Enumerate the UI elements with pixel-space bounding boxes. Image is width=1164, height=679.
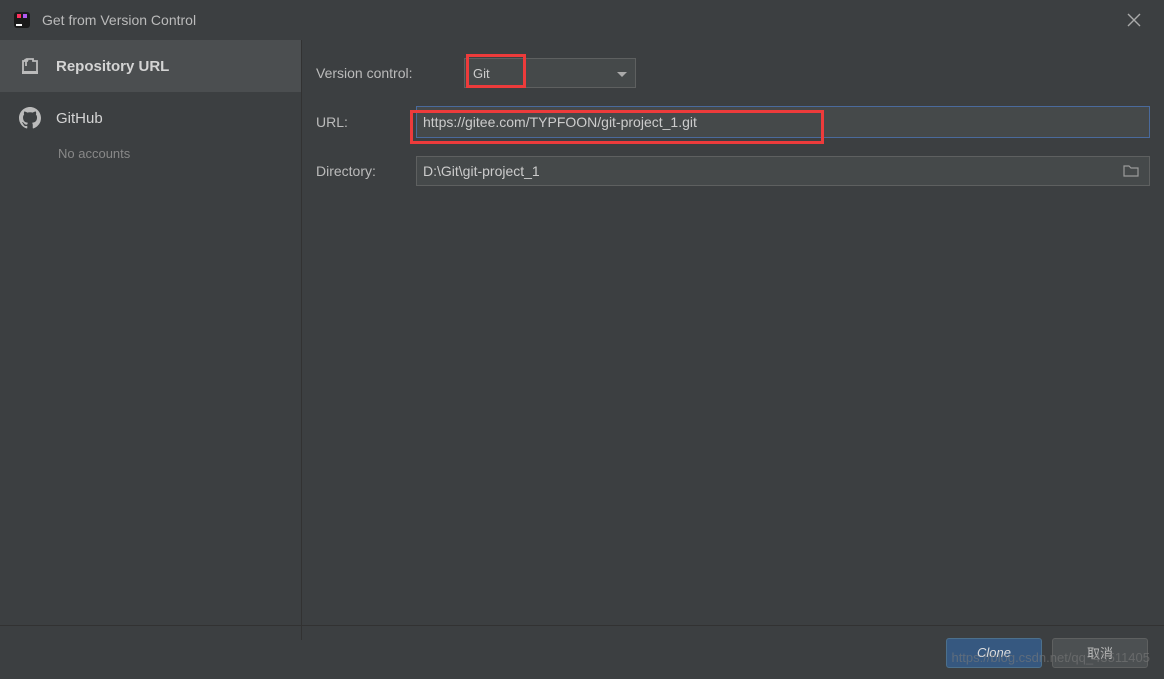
content-panel: Version control: Git URL: Directory: bbox=[302, 40, 1164, 640]
row-url: URL: bbox=[316, 106, 1150, 138]
row-version-control: Version control: Git bbox=[316, 58, 1150, 88]
titlebar: Get from Version Control bbox=[0, 0, 1164, 40]
sidebar-github-noaccounts: No accounts bbox=[0, 144, 301, 169]
directory-input-container bbox=[416, 156, 1150, 186]
main-area: Repository URL GitHub No accounts Versio… bbox=[0, 40, 1164, 640]
close-button[interactable] bbox=[1116, 2, 1152, 38]
row-directory: Directory: bbox=[316, 156, 1150, 186]
repository-icon bbox=[18, 54, 42, 78]
sidebar-item-label: Repository URL bbox=[56, 58, 169, 75]
footer: Clone 取消 bbox=[0, 625, 1164, 679]
version-control-label: Version control: bbox=[316, 65, 464, 81]
url-input-container bbox=[416, 106, 1150, 138]
version-control-select[interactable]: Git bbox=[464, 58, 636, 88]
sidebar: Repository URL GitHub No accounts bbox=[0, 40, 302, 640]
window-title: Get from Version Control bbox=[42, 12, 196, 28]
cancel-button[interactable]: 取消 bbox=[1052, 638, 1148, 668]
clone-button[interactable]: Clone bbox=[946, 638, 1042, 668]
app-icon bbox=[12, 10, 32, 30]
directory-input[interactable] bbox=[423, 163, 1119, 179]
chevron-down-icon bbox=[617, 66, 627, 81]
url-label: URL: bbox=[316, 114, 410, 130]
folder-browse-icon[interactable] bbox=[1119, 163, 1143, 180]
version-control-value: Git bbox=[473, 66, 490, 81]
github-icon bbox=[18, 106, 42, 130]
sidebar-item-github[interactable]: GitHub bbox=[0, 92, 301, 144]
sidebar-item-label: GitHub bbox=[56, 110, 103, 127]
url-input[interactable] bbox=[423, 114, 1143, 130]
directory-label: Directory: bbox=[316, 163, 410, 179]
sidebar-item-repository-url[interactable]: Repository URL bbox=[0, 40, 301, 92]
